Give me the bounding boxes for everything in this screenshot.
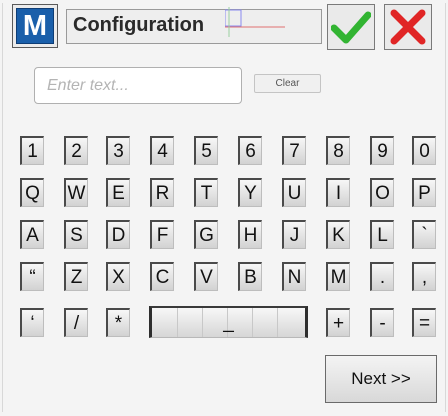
key[interactable]: . bbox=[370, 262, 394, 291]
page-title: Configuration bbox=[73, 14, 205, 36]
key[interactable]: 9 bbox=[370, 136, 394, 165]
title-bar: Configuration bbox=[66, 7, 322, 44]
space-key[interactable]: _ bbox=[149, 306, 308, 338]
key[interactable]: O bbox=[370, 178, 394, 207]
key[interactable]: / bbox=[64, 308, 88, 337]
key[interactable]: P bbox=[412, 178, 436, 207]
key[interactable]: 7 bbox=[282, 136, 306, 165]
cancel-button[interactable] bbox=[384, 4, 432, 50]
key[interactable]: - bbox=[370, 308, 394, 337]
key[interactable]: “ bbox=[20, 262, 44, 291]
key[interactable]: R bbox=[150, 178, 174, 207]
key[interactable]: W bbox=[64, 178, 88, 207]
key[interactable]: E bbox=[106, 178, 130, 207]
key[interactable]: Q bbox=[20, 178, 44, 207]
key[interactable]: B bbox=[238, 262, 262, 291]
key[interactable]: , bbox=[412, 262, 436, 291]
app-logo: M bbox=[12, 4, 58, 48]
key[interactable]: ` bbox=[412, 220, 436, 249]
key[interactable]: C bbox=[150, 262, 174, 291]
logo-letter: M bbox=[16, 8, 54, 44]
green-checkmark-icon bbox=[331, 11, 371, 44]
key[interactable]: S bbox=[64, 220, 88, 249]
key[interactable]: 8 bbox=[326, 136, 350, 165]
red-x-icon bbox=[390, 9, 426, 45]
key[interactable]: + bbox=[326, 308, 350, 337]
key[interactable]: ‘ bbox=[20, 308, 44, 337]
ok-button[interactable] bbox=[327, 4, 375, 50]
key[interactable]: 0 bbox=[412, 136, 436, 165]
title-decoration-icon bbox=[225, 7, 285, 37]
key[interactable]: A bbox=[20, 220, 44, 249]
key[interactable]: J bbox=[282, 220, 306, 249]
space-key-label: _ bbox=[223, 312, 234, 333]
text-input[interactable] bbox=[34, 67, 242, 104]
key[interactable]: H bbox=[238, 220, 262, 249]
key[interactable]: L bbox=[370, 220, 394, 249]
next-button[interactable]: Next >> bbox=[325, 355, 437, 403]
key[interactable]: Z bbox=[64, 262, 88, 291]
key[interactable]: K bbox=[326, 220, 350, 249]
key[interactable]: 5 bbox=[194, 136, 218, 165]
key[interactable]: U bbox=[282, 178, 306, 207]
key[interactable]: N bbox=[282, 262, 306, 291]
key[interactable]: G bbox=[194, 220, 218, 249]
key[interactable]: M bbox=[326, 262, 350, 291]
key[interactable]: T bbox=[194, 178, 218, 207]
key[interactable]: F bbox=[150, 220, 174, 249]
key[interactable]: = bbox=[412, 308, 436, 337]
header-bar: M Configuration bbox=[10, 3, 438, 50]
key[interactable]: Y bbox=[238, 178, 262, 207]
clear-button[interactable]: Clear bbox=[254, 74, 321, 93]
key[interactable]: 1 bbox=[20, 136, 44, 165]
key[interactable]: 2 bbox=[64, 136, 88, 165]
key[interactable]: V bbox=[194, 262, 218, 291]
key[interactable]: 4 bbox=[150, 136, 174, 165]
window-frame bbox=[2, 3, 446, 412]
key[interactable]: X bbox=[106, 262, 130, 291]
key[interactable]: 3 bbox=[106, 136, 130, 165]
key[interactable]: * bbox=[106, 308, 130, 337]
key[interactable]: I bbox=[326, 178, 350, 207]
key[interactable]: 6 bbox=[238, 136, 262, 165]
key[interactable]: D bbox=[106, 220, 130, 249]
